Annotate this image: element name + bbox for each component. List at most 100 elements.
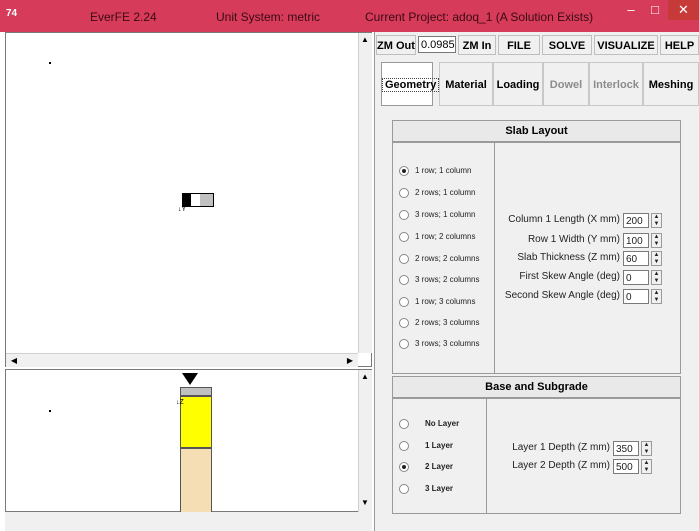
radio-icon — [399, 210, 409, 220]
elevation-view[interactable]: ↓Z ▲ ▼ — [5, 369, 372, 512]
radio-icon — [399, 339, 409, 349]
field-label: Second Skew Angle (deg) — [504, 290, 620, 301]
spinner-icon[interactable]: ▲ ▼ — [641, 441, 652, 456]
field-slab-thickness: Slab Thickness (Z mm) 60 ▲ ▼ — [496, 251, 666, 267]
visualize-button[interactable]: VISUALIZE — [594, 35, 658, 55]
app-icon: 74 — [6, 8, 18, 19]
radio-icon — [399, 254, 409, 264]
base-divider — [486, 399, 487, 513]
field-label: Layer 2 Depth (Z mm) — [512, 460, 610, 471]
layer2-depth-input[interactable]: 500 — [613, 459, 639, 474]
radio-layout-9[interactable]: 3 rows; 3 columns — [399, 339, 479, 349]
radio-icon — [399, 419, 409, 429]
radio-icon — [399, 275, 409, 285]
radio-base-2[interactable]: 2 Layer — [399, 462, 453, 472]
radio-icon — [399, 166, 409, 176]
project-label: Current Project: adoq_1 (A Solution Exis… — [365, 10, 594, 24]
radio-base-0[interactable]: No Layer — [399, 419, 459, 429]
app-name: EverFE 2.24 — [90, 10, 157, 24]
radio-layout-4[interactable]: 1 row; 2 columns — [399, 232, 475, 242]
plan-hscrollbar[interactable]: ◀ ▶ — [6, 353, 358, 367]
spinner-icon[interactable]: ▲ ▼ — [641, 459, 652, 474]
scroll-left-icon[interactable]: ◀ — [8, 356, 20, 365]
maximize-icon[interactable]: □ — [645, 0, 665, 20]
radio-layout-5[interactable]: 2 rows; 2 columns — [399, 254, 479, 264]
slab-plan — [182, 193, 214, 207]
field-column-length: Column 1 Length (X mm) 200 ▲ ▼ — [496, 213, 666, 229]
field-layer2-depth: Layer 2 Depth (Z mm) 500 ▲ ▼ — [496, 459, 666, 475]
close-icon[interactable]: ✕ — [668, 0, 699, 20]
radio-base-3[interactable]: 3 Layer — [399, 484, 453, 494]
slab-plan-black — [183, 194, 191, 206]
radio-icon — [399, 462, 409, 472]
tab-meshing[interactable]: Meshing — [643, 62, 699, 106]
slab-layout-header: Slab Layout — [392, 120, 681, 142]
y-axis-label: ↓Y — [178, 206, 187, 213]
load-arrow-icon — [182, 373, 198, 385]
radio-layout-6[interactable]: 3 rows; 2 columns — [399, 275, 479, 285]
zoom-in-button[interactable]: ZM In — [458, 35, 496, 55]
scroll-right-icon[interactable]: ▶ — [344, 356, 356, 365]
column-length-input[interactable]: 200 — [623, 213, 649, 228]
slab-divider — [494, 143, 495, 373]
layer1-section — [180, 396, 212, 448]
layer2-section — [180, 448, 212, 512]
base-subgrade-header: Base and Subgrade — [392, 376, 681, 398]
field-label: Row 1 Width (Y mm) — [527, 234, 620, 245]
radio-layout-3[interactable]: 3 rows; 1 column — [399, 210, 475, 220]
unit-system-label: Unit System: metric — [216, 10, 321, 24]
plan-vscrollbar[interactable]: ▲ — [358, 33, 372, 353]
radio-layout-7[interactable]: 1 row; 3 columns — [399, 297, 475, 307]
field-label: Slab Thickness (Z mm) — [517, 252, 620, 263]
tab-interlock: Interlock — [589, 62, 643, 106]
zoom-out-button[interactable]: ZM Out — [376, 35, 416, 55]
tab-loading[interactable]: Loading — [493, 62, 543, 106]
slab-plan-fill — [200, 194, 213, 206]
tab-geometry[interactable]: Geometry — [381, 62, 440, 106]
radio-icon — [399, 232, 409, 242]
origin-dot — [49, 62, 51, 64]
slab-thickness-input[interactable]: 60 — [623, 251, 649, 266]
tab-dowel: Dowel — [543, 62, 589, 106]
z-axis-label: ↓Z — [176, 399, 184, 406]
radio-icon — [399, 318, 409, 328]
slab-section — [180, 387, 212, 396]
plan-view[interactable]: ↓Y ▲ ◀ ▶ — [5, 32, 372, 367]
radio-layout-2[interactable]: 2 rows; 1 column — [399, 188, 475, 198]
spinner-icon[interactable]: ▲ ▼ — [651, 213, 662, 228]
origin-dot-2 — [49, 410, 51, 412]
radio-icon — [399, 188, 409, 198]
layer1-depth-input[interactable]: 350 — [613, 441, 639, 456]
help-button[interactable]: HELP — [660, 35, 699, 55]
status-strip — [5, 512, 372, 531]
zoom-input[interactable]: 0.0985 — [418, 36, 456, 53]
field-label: Column 1 Length (X mm) — [508, 214, 620, 225]
radio-icon — [399, 441, 409, 451]
second-skew-input[interactable]: 0 — [623, 289, 649, 304]
field-label: First Skew Angle (deg) — [519, 271, 620, 282]
radio-layout-1[interactable]: 1 row; 1 column — [399, 166, 471, 176]
tab-material[interactable]: Material — [439, 62, 493, 106]
title-bar: 74 EverFE 2.24 Unit System: metric Curre… — [0, 0, 699, 32]
scroll-up-icon-2[interactable]: ▲ — [359, 372, 371, 381]
first-skew-input[interactable]: 0 — [623, 270, 649, 285]
minimize-icon[interactable]: – — [620, 0, 642, 20]
field-second-skew: Second Skew Angle (deg) 0 ▲ ▼ — [496, 289, 666, 305]
field-row-width: Row 1 Width (Y mm) 100 ▲ ▼ — [496, 233, 666, 249]
field-label: Layer 1 Depth (Z mm) — [512, 442, 610, 453]
spinner-icon[interactable]: ▲ ▼ — [651, 233, 662, 248]
spinner-icon[interactable]: ▲ ▼ — [651, 270, 662, 285]
field-first-skew: First Skew Angle (deg) 0 ▲ ▼ — [496, 270, 666, 286]
radio-icon — [399, 484, 409, 494]
radio-layout-8[interactable]: 2 rows; 3 columns — [399, 318, 479, 328]
elev-vscrollbar[interactable]: ▲ ▼ — [358, 370, 372, 512]
radio-base-1[interactable]: 1 Layer — [399, 441, 453, 451]
row-width-input[interactable]: 100 — [623, 233, 649, 248]
spinner-icon[interactable]: ▲ ▼ — [651, 289, 662, 304]
scroll-up-icon[interactable]: ▲ — [359, 35, 371, 44]
spinner-icon[interactable]: ▲ ▼ — [651, 251, 662, 266]
solve-button[interactable]: SOLVE — [542, 35, 592, 55]
radio-icon — [399, 297, 409, 307]
scroll-down-icon[interactable]: ▼ — [359, 498, 371, 507]
file-button[interactable]: FILE — [498, 35, 540, 55]
